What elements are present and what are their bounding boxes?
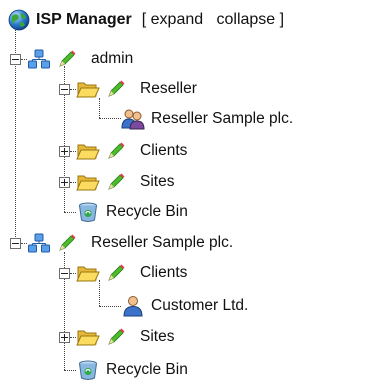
tree-node-clients-folder[interactable]: Clients (59, 260, 187, 286)
recycle-bin-icon (76, 201, 100, 223)
expand-collapse-links: [ expand collapse ] (142, 11, 284, 29)
expand-link[interactable]: expand (151, 11, 204, 28)
pencil-edit-icon[interactable] (106, 263, 126, 283)
tree-connector-line (99, 306, 121, 307)
folder-icon (76, 140, 100, 162)
tree-node-reseller[interactable]: Reseller Sample plc. (10, 230, 233, 256)
user-icon (121, 295, 145, 317)
expand-toggle-icon[interactable] (59, 176, 70, 188)
tree-node-admin[interactable]: admin (10, 46, 133, 72)
node-label: Customer Ltd. (151, 297, 249, 314)
bracket-close: ] (279, 11, 285, 28)
pencil-edit-icon[interactable] (57, 233, 77, 253)
globe-icon (8, 9, 30, 31)
tree-node-customer[interactable]: Customer Ltd. (121, 293, 248, 319)
collapse-toggle-icon[interactable] (10, 53, 21, 65)
tree-header: ISP Manager [ expand collapse ] (8, 7, 284, 33)
expand-toggle-icon[interactable] (59, 331, 70, 343)
folder-open-icon (76, 262, 100, 284)
pencil-edit-icon[interactable] (106, 327, 126, 347)
node-label: Sites (140, 328, 175, 345)
tree-connector-line (99, 118, 121, 119)
node-label: Clients (140, 142, 188, 159)
node-label: Reseller (140, 80, 197, 97)
pencil-edit-icon[interactable] (106, 79, 126, 99)
tree-node-clients-folder[interactable]: Clients (59, 138, 187, 164)
node-label: Clients (140, 264, 188, 281)
app-title: ISP Manager (36, 11, 132, 28)
collapse-toggle-icon[interactable] (10, 237, 21, 249)
tree-node-recycle-bin[interactable]: Recycle Bin (76, 357, 188, 383)
collapse-toggle-icon[interactable] (59, 267, 70, 279)
collapse-link[interactable]: collapse (217, 11, 276, 28)
tree-node-reseller-sample[interactable]: Reseller Sample plc. (121, 106, 293, 132)
expand-toggle-icon[interactable] (59, 145, 70, 157)
users-icon (121, 108, 145, 130)
tree-node-reseller-folder[interactable]: Reseller (59, 76, 197, 102)
folder-icon (76, 326, 100, 348)
isp-manager-tree: ISP Manager [ expand collapse ] admin Re… (0, 0, 374, 381)
pencil-edit-icon[interactable] (57, 49, 77, 69)
recycle-bin-icon (76, 359, 100, 381)
pencil-edit-icon[interactable] (106, 172, 126, 192)
tree-connector-line (64, 370, 76, 371)
node-label: Recycle Bin (106, 203, 188, 220)
network-icon (27, 232, 51, 254)
node-label: Reseller Sample plc. (151, 110, 294, 127)
collapse-toggle-icon[interactable] (59, 83, 70, 95)
node-label: admin (91, 50, 134, 67)
node-label: Sites (140, 173, 175, 190)
tree-node-sites-folder[interactable]: Sites (59, 169, 174, 195)
network-icon (27, 48, 51, 70)
folder-open-icon (76, 78, 100, 100)
tree-connector-line (64, 212, 76, 213)
node-label: Recycle Bin (106, 361, 188, 378)
node-label: Reseller Sample plc. (91, 234, 234, 251)
folder-icon (76, 171, 100, 193)
pencil-edit-icon[interactable] (106, 141, 126, 161)
bracket-open: [ (141, 11, 147, 28)
tree-node-sites-folder[interactable]: Sites (59, 324, 174, 350)
tree-node-recycle-bin[interactable]: Recycle Bin (76, 199, 188, 225)
